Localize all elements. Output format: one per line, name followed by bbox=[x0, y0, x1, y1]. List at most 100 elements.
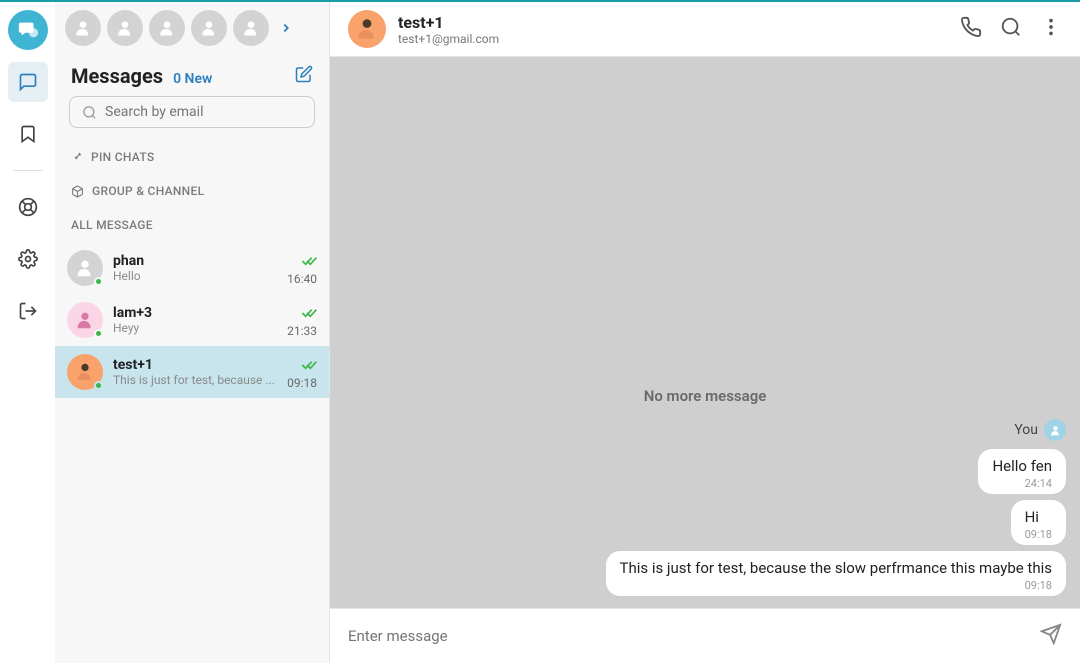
story-avatar[interactable] bbox=[65, 10, 101, 46]
chat-meta: 16:40 bbox=[287, 251, 317, 286]
message-text: Hi bbox=[1025, 508, 1052, 526]
chat-meta: 09:18 bbox=[287, 355, 317, 390]
search-in-chat-button[interactable] bbox=[1000, 16, 1022, 42]
person-icon bbox=[74, 257, 96, 279]
person-icon bbox=[199, 18, 219, 38]
more-button[interactable] bbox=[1040, 16, 1062, 42]
search-icon bbox=[82, 105, 97, 120]
message-text: This is just for test, because the slow … bbox=[620, 559, 1053, 577]
messages-area[interactable]: No more message You Hello fen 24:14 Hi 0… bbox=[330, 57, 1080, 608]
story-avatar[interactable] bbox=[233, 10, 269, 46]
message-group-you: You Hello fen 24:14 Hi 09:18 This is jus… bbox=[344, 419, 1066, 596]
no-more-message: No more message bbox=[344, 387, 1066, 405]
chat-time: 16:40 bbox=[287, 272, 317, 286]
chat-body: phan Hello bbox=[113, 253, 277, 283]
chat-item-test[interactable]: test+1 This is just for test, because ..… bbox=[55, 346, 329, 398]
section-group-channel[interactable]: GROUP & CHANNEL bbox=[55, 174, 329, 208]
chat-time: 09:18 bbox=[287, 376, 317, 390]
chat-preview: Hello bbox=[113, 269, 277, 283]
chat-header-email: test+1@gmail.com bbox=[398, 32, 948, 46]
section-pin-chats[interactable]: PIN CHATS bbox=[55, 140, 329, 174]
gear-icon bbox=[18, 249, 38, 269]
avatar bbox=[67, 250, 103, 286]
person-icon bbox=[74, 309, 96, 331]
chat-bubbles-icon bbox=[17, 19, 39, 41]
search-input[interactable] bbox=[105, 104, 302, 120]
read-check-icon bbox=[301, 251, 317, 270]
message-bubble: Hi 09:18 bbox=[1011, 500, 1066, 545]
story-avatar[interactable] bbox=[149, 10, 185, 46]
chat-preview: Heyy bbox=[113, 321, 277, 335]
compose-button[interactable] bbox=[295, 65, 313, 87]
lifebuoy-icon bbox=[18, 197, 38, 217]
chat-meta: 21:33 bbox=[287, 303, 317, 338]
presence-dot bbox=[94, 381, 103, 390]
new-count-label: New bbox=[185, 71, 213, 87]
read-check-icon bbox=[301, 303, 317, 322]
logout-icon bbox=[18, 301, 38, 321]
message-bubble: This is just for test, because the slow … bbox=[606, 551, 1067, 596]
chat-time: 21:33 bbox=[287, 324, 317, 338]
send-button[interactable] bbox=[1040, 623, 1062, 649]
search-icon bbox=[1000, 16, 1022, 38]
chat-header-name: test+1 bbox=[398, 13, 948, 32]
pin-icon bbox=[71, 151, 83, 163]
message-time: 24:14 bbox=[992, 477, 1052, 490]
nav-messages[interactable] bbox=[8, 62, 48, 102]
section-label-text: PIN CHATS bbox=[91, 150, 154, 164]
person-icon bbox=[74, 361, 96, 383]
message-time: 09:18 bbox=[1025, 528, 1052, 541]
cube-icon bbox=[71, 185, 84, 198]
call-button[interactable] bbox=[960, 16, 982, 42]
chat-item-phan[interactable]: phan Hello 16:40 bbox=[55, 242, 329, 294]
stories-more[interactable] bbox=[275, 16, 297, 41]
search-box[interactable] bbox=[69, 96, 315, 128]
search-wrap bbox=[55, 96, 329, 140]
person-icon bbox=[241, 18, 261, 38]
chat-name: lam+3 bbox=[113, 305, 277, 321]
message-sender-row: You bbox=[1014, 419, 1066, 441]
story-avatar[interactable] bbox=[191, 10, 227, 46]
chat-main: test+1 test+1@gmail.com No more message … bbox=[330, 2, 1080, 663]
nav-settings[interactable] bbox=[8, 239, 48, 279]
messages-title: Messages bbox=[71, 64, 163, 88]
presence-dot bbox=[94, 329, 103, 338]
chat-header-actions bbox=[960, 16, 1062, 42]
story-avatar[interactable] bbox=[107, 10, 143, 46]
person-icon bbox=[157, 18, 177, 38]
avatar bbox=[67, 354, 103, 390]
stories-row bbox=[55, 2, 329, 54]
chat-body: test+1 This is just for test, because ..… bbox=[113, 357, 277, 387]
nav-logout[interactable] bbox=[8, 291, 48, 331]
chat-header-avatar bbox=[348, 10, 386, 48]
avatar bbox=[67, 302, 103, 338]
message-sender-name: You bbox=[1014, 422, 1038, 438]
chat-item-lam[interactable]: lam+3 Heyy 21:33 bbox=[55, 294, 329, 346]
message-sender-avatar bbox=[1044, 419, 1066, 441]
nav-rail bbox=[0, 2, 55, 663]
app-logo bbox=[8, 10, 48, 50]
chat-header-info: test+1 test+1@gmail.com bbox=[398, 13, 948, 46]
chat-name: test+1 bbox=[113, 357, 277, 373]
chat-preview: This is just for test, because ... bbox=[113, 373, 277, 387]
person-icon bbox=[115, 18, 135, 38]
nav-bookmarks[interactable] bbox=[8, 114, 48, 154]
message-composer bbox=[330, 608, 1080, 663]
new-count-value: 0 bbox=[173, 71, 181, 87]
messages-new-count: 0 New bbox=[173, 71, 212, 87]
messages-header-left: Messages 0 New bbox=[71, 64, 212, 88]
nav-support[interactable] bbox=[8, 187, 48, 227]
chevron-right-icon bbox=[279, 21, 293, 35]
chat-list: phan Hello 16:40 lam+3 Heyy 21:33 bbox=[55, 242, 329, 398]
message-text: Hello fen bbox=[992, 457, 1052, 475]
phone-icon bbox=[960, 16, 982, 38]
message-input[interactable] bbox=[348, 627, 1028, 645]
section-all-message: ALL MESSAGE bbox=[55, 208, 329, 242]
conversation-panel: Messages 0 New PIN CHATS GROUP & CHANNEL… bbox=[55, 2, 330, 663]
chat-header: test+1 test+1@gmail.com bbox=[330, 2, 1080, 57]
section-label-text: ALL MESSAGE bbox=[71, 218, 153, 232]
person-icon bbox=[1049, 424, 1062, 437]
person-icon bbox=[354, 16, 380, 42]
send-icon bbox=[1040, 623, 1062, 645]
chat-body: lam+3 Heyy bbox=[113, 305, 277, 335]
